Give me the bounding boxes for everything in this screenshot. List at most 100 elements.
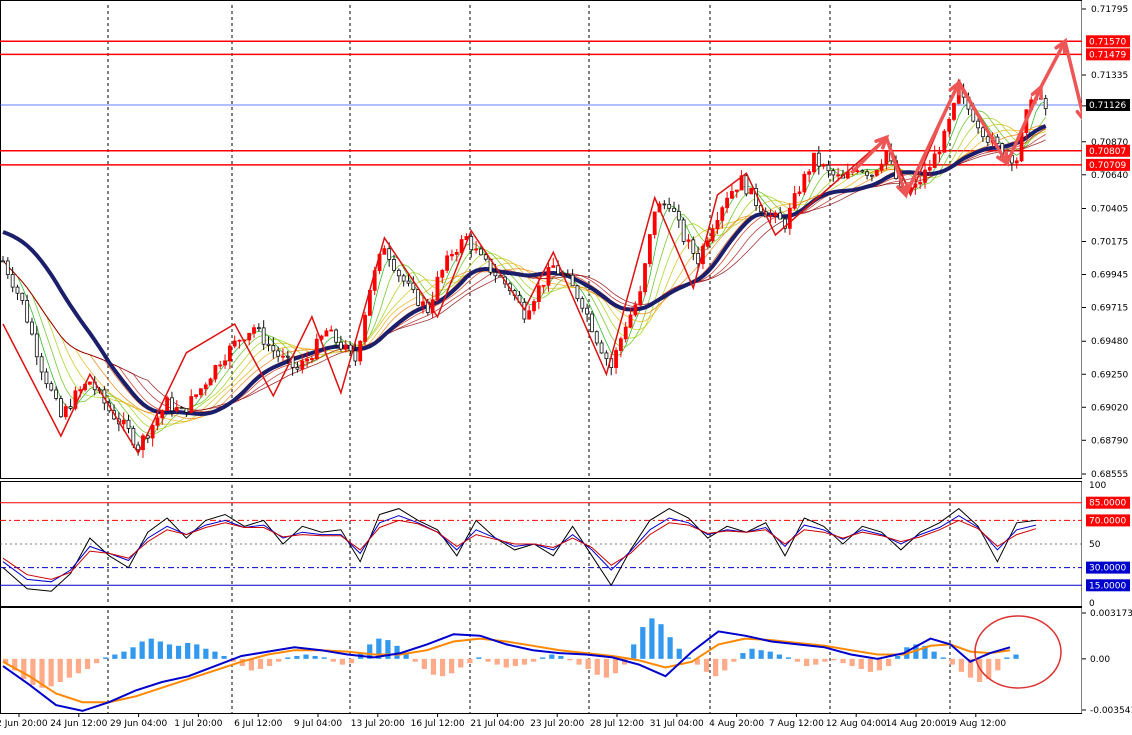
candle-body xyxy=(705,240,710,247)
macd-histogram-bar xyxy=(503,658,509,668)
price-level-tag-label: 0.70807 xyxy=(1089,147,1126,157)
candle-body xyxy=(730,191,734,199)
macd-axis-label: 0.0031736 xyxy=(1090,609,1132,619)
candle-body xyxy=(879,163,884,171)
price-axis-label: 0.70405 xyxy=(1091,204,1128,214)
candle-body xyxy=(256,327,261,330)
candle-body xyxy=(203,384,208,390)
candle-body xyxy=(232,340,237,347)
macd-histogram-bar xyxy=(185,642,191,659)
macd-histogram-bar xyxy=(813,658,819,665)
candle-body xyxy=(667,204,672,209)
candle-body xyxy=(68,406,73,409)
macd-histogram-bar xyxy=(794,658,801,662)
candle-body xyxy=(927,167,932,171)
candle-body xyxy=(633,304,638,316)
price-axis-label: 0.70175 xyxy=(1091,238,1128,248)
candle-body xyxy=(34,333,39,358)
candle-body xyxy=(223,360,227,366)
macd-histogram-bar xyxy=(804,658,810,667)
projection-arrow-segment xyxy=(884,135,908,197)
macd-histogram-bar xyxy=(658,624,664,659)
candle-body xyxy=(792,193,797,209)
macd-histogram-bar xyxy=(731,658,737,662)
candle-body xyxy=(184,408,189,413)
candle-body xyxy=(382,248,387,255)
candle-body xyxy=(454,251,459,255)
candle-body xyxy=(643,263,647,293)
price-axis-label: 0.69480 xyxy=(1091,337,1128,347)
candle-body xyxy=(343,344,348,350)
macd-histogram-bar xyxy=(394,645,400,659)
macd-histogram-bar xyxy=(421,658,427,669)
candle-body xyxy=(981,127,985,138)
macd-histogram-bar xyxy=(995,658,1001,671)
macd-histogram-bar xyxy=(75,658,82,674)
macd-histogram-bar xyxy=(740,653,746,659)
candle-body xyxy=(39,356,44,373)
oscillator-level-tag-label: 85.0000 xyxy=(1089,499,1126,509)
macd-histogram-bar xyxy=(494,658,500,665)
macd-histogram-bar xyxy=(121,651,127,659)
macd-histogram-bar xyxy=(530,658,537,662)
candle-body xyxy=(150,424,155,439)
projection-arrow-segment xyxy=(1039,39,1067,89)
candle-body xyxy=(15,286,20,294)
candle-body xyxy=(194,394,198,397)
candle-body xyxy=(440,269,445,278)
panel-frame xyxy=(0,0,1083,479)
candle-body xyxy=(20,292,25,301)
time-axis-label: 28 Jul 12:00 xyxy=(590,719,644,729)
candle-body xyxy=(227,345,232,362)
candle-body xyxy=(358,340,363,362)
macd-histogram-bar xyxy=(585,658,591,669)
candle-body xyxy=(483,254,488,260)
candle-body xyxy=(136,444,141,451)
price-axis-label: 0.69020 xyxy=(1091,403,1128,413)
candle-body xyxy=(387,248,392,260)
time-axis-label: 7 Aug 12:00 xyxy=(769,719,824,729)
candle-body xyxy=(121,419,126,425)
macd-histogram-bar xyxy=(567,658,573,661)
macd-histogram-bar xyxy=(430,658,437,675)
macd-histogram-bar xyxy=(603,658,610,678)
price-axis-label: 0.69715 xyxy=(1091,304,1128,314)
time-axis-label: 1 Jul 20:00 xyxy=(174,719,223,729)
macd-histogram-bar xyxy=(166,644,173,659)
candle-body xyxy=(923,169,927,183)
candle-body xyxy=(638,291,643,306)
candle-body xyxy=(870,174,874,177)
oscillator-line xyxy=(2,519,1037,580)
candle-body xyxy=(165,397,170,411)
candle-body xyxy=(493,271,498,277)
chart-canvas[interactable]: 0.717950.713350.711200.708700.706400.704… xyxy=(0,0,1132,731)
candle-body xyxy=(686,239,691,242)
macd-histogram-bar xyxy=(194,644,200,659)
forex-chart-window[interactable]: 0.717950.713350.711200.708700.706400.704… xyxy=(0,0,1132,731)
candle-body xyxy=(855,170,860,173)
macd-histogram-bar xyxy=(1013,654,1019,659)
macd-histogram-bar xyxy=(449,658,455,674)
macd-histogram-bar xyxy=(485,658,491,662)
candle-body xyxy=(734,189,739,192)
candle-body xyxy=(787,207,792,229)
macd-histogram-bar xyxy=(885,658,892,667)
time-axis-label: 4 Aug 20:00 xyxy=(709,719,764,729)
oscillator-axis-label: 0 xyxy=(1089,599,1095,609)
candle-body xyxy=(189,396,194,413)
candle-body xyxy=(836,174,841,177)
zigzag-line xyxy=(2,78,1042,455)
candle-body xyxy=(821,164,826,167)
candle-body xyxy=(812,152,816,173)
macd-histogram-bar xyxy=(858,658,864,669)
candle-body xyxy=(580,298,585,309)
price-axis-label: 0.68790 xyxy=(1091,436,1128,446)
macd-histogram-bar xyxy=(612,658,619,674)
macd-histogram-bar xyxy=(631,644,637,659)
candle-body xyxy=(715,220,720,230)
macd-histogram-bar xyxy=(203,648,209,659)
candle-body xyxy=(459,239,464,253)
candle-body xyxy=(1,260,5,263)
price-axis-label: 0.71335 xyxy=(1091,71,1128,81)
candle-body xyxy=(614,350,618,368)
